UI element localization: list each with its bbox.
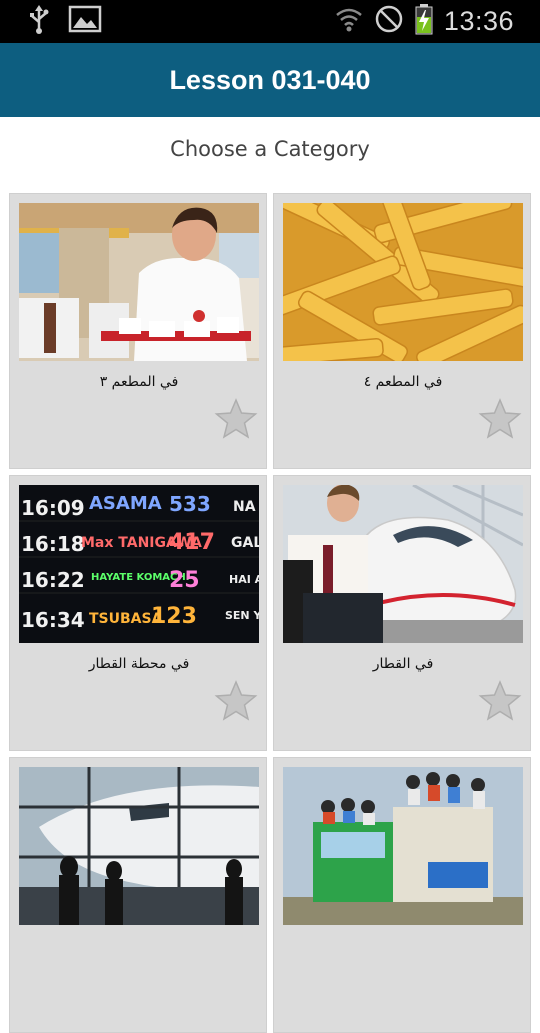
crowded-truck-photo xyxy=(283,767,523,925)
board-train-number: 25 xyxy=(169,568,200,593)
usb-icon xyxy=(28,4,50,38)
board-time: 16:34 xyxy=(21,608,85,632)
category-label: في القطار xyxy=(372,656,434,672)
man-at-train-photo xyxy=(283,485,523,643)
board-destination: GAL xyxy=(231,535,259,551)
category-label: في المطعم ٤ xyxy=(363,374,443,390)
train-departure-board-photo: 16:09 ASAMA 533 16:18 Max TANIGAWA 417 1… xyxy=(19,485,259,643)
board-train-number: 123 xyxy=(151,604,197,629)
category-card-restaurant-4[interactable]: في المطعم ٤ xyxy=(273,193,531,469)
category-card-transport[interactable] xyxy=(273,757,531,1033)
board-destination: HAI AKI xyxy=(229,573,259,586)
category-label: في محطة القطار xyxy=(88,656,190,672)
category-card-airport[interactable] xyxy=(9,757,267,1033)
wifi-icon xyxy=(334,5,364,37)
board-time: 16:09 xyxy=(21,496,85,520)
airport-airplane-photo xyxy=(19,767,259,925)
board-destination: NA xyxy=(233,499,256,515)
page-subtitle: Choose a Category xyxy=(170,137,370,161)
board-time: 16:18 xyxy=(21,532,85,556)
board-train-number: 533 xyxy=(169,492,211,516)
clock: 13:36 xyxy=(443,5,514,36)
waiter-restaurant-photo xyxy=(19,203,259,361)
favorite-star-icon[interactable] xyxy=(478,679,522,723)
category-card-restaurant-3[interactable]: في المطعم ٣ xyxy=(9,193,267,469)
board-destination: SEN YAMA xyxy=(225,609,259,622)
favorite-star-icon[interactable] xyxy=(214,679,258,723)
category-card-train-station[interactable]: 16:09 ASAMA 533 16:18 Max TANIGAWA 417 1… xyxy=(9,475,267,751)
board-train-name: ASAMA xyxy=(89,493,162,514)
favorite-star-icon[interactable] xyxy=(478,397,522,441)
favorite-star-icon[interactable] xyxy=(214,397,258,441)
board-train-number: 417 xyxy=(169,530,215,555)
board-time: 16:22 xyxy=(21,568,85,592)
french-fries-photo xyxy=(283,203,523,361)
blocked-icon xyxy=(374,4,404,38)
battery-charging-icon xyxy=(414,3,434,39)
category-label: في المطعم ٣ xyxy=(99,374,179,390)
status-bar: 13:36 xyxy=(0,0,540,43)
image-icon xyxy=(68,5,102,37)
app-bar: Lesson 031-040 xyxy=(0,43,540,117)
category-card-on-train[interactable]: في القطار xyxy=(273,475,531,751)
app-bar-title: Lesson 031-040 xyxy=(169,64,371,95)
